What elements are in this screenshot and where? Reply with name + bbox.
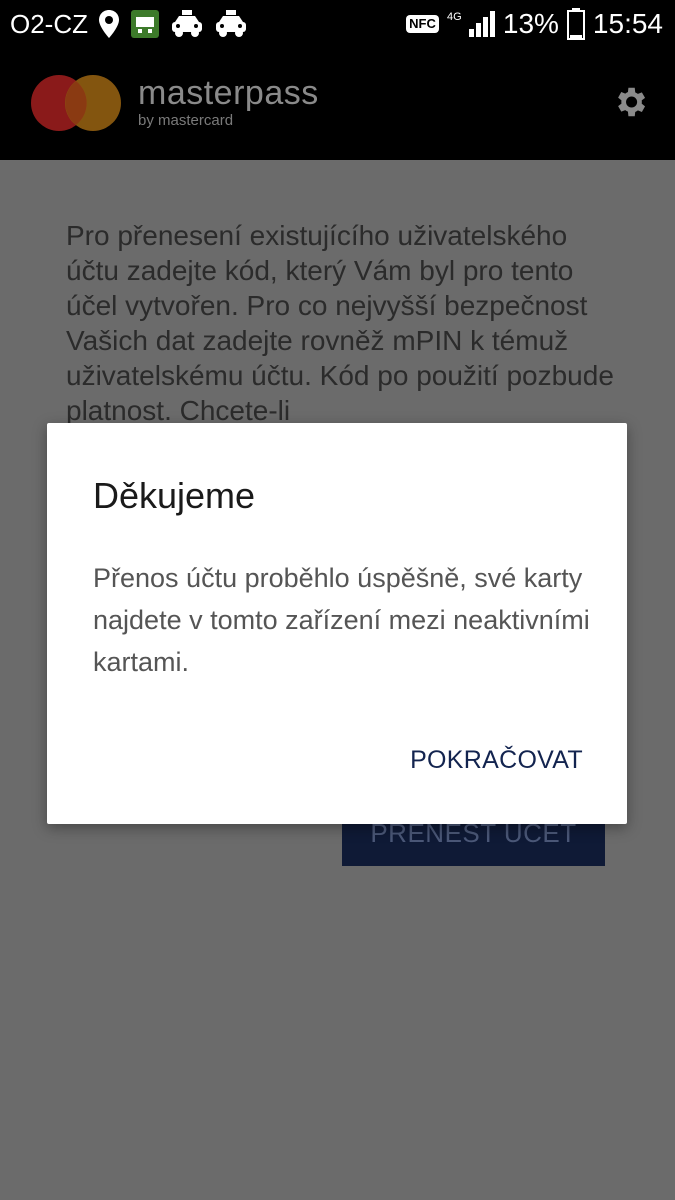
- mastercard-logo: [30, 74, 122, 132]
- dialog-message: Přenos účtu proběhlo úspěšně, své karty …: [93, 563, 590, 677]
- gear-icon[interactable]: [611, 83, 649, 121]
- signal-icon: 4G: [447, 9, 495, 39]
- game-icon: [130, 9, 160, 39]
- battery-icon: [566, 8, 585, 40]
- app-bar: masterpass by mastercard: [0, 48, 675, 160]
- network-type-label: 4G: [447, 11, 462, 23]
- battery-percent: 13%: [502, 8, 559, 39]
- dialog-title: Děkujeme: [93, 475, 256, 516]
- nfc-icon: NFC: [406, 15, 439, 33]
- continue-button[interactable]: POKRAČOVAT: [410, 746, 583, 775]
- brand: masterpass by mastercard: [138, 76, 319, 130]
- status-bar: O2-CZ NFC 4G 13% 15:54: [0, 0, 675, 48]
- brand-name: masterpass: [138, 74, 319, 112]
- clock: 15:54: [592, 8, 663, 39]
- status-left: O2-CZ: [0, 9, 248, 40]
- carrier-label: O2-CZ: [10, 8, 88, 39]
- location-pin-icon: [98, 9, 120, 39]
- status-right: NFC 4G 13% 15:54: [406, 8, 675, 40]
- brand-subtitle: by mastercard: [138, 112, 234, 129]
- success-dialog: Děkujeme Přenos účtu proběhlo úspěšně, s…: [47, 423, 627, 824]
- taxi-icon: [170, 9, 204, 39]
- intro-text: Pro přenesení existujícího uživatelského…: [66, 220, 614, 426]
- taxi-icon: [214, 9, 248, 39]
